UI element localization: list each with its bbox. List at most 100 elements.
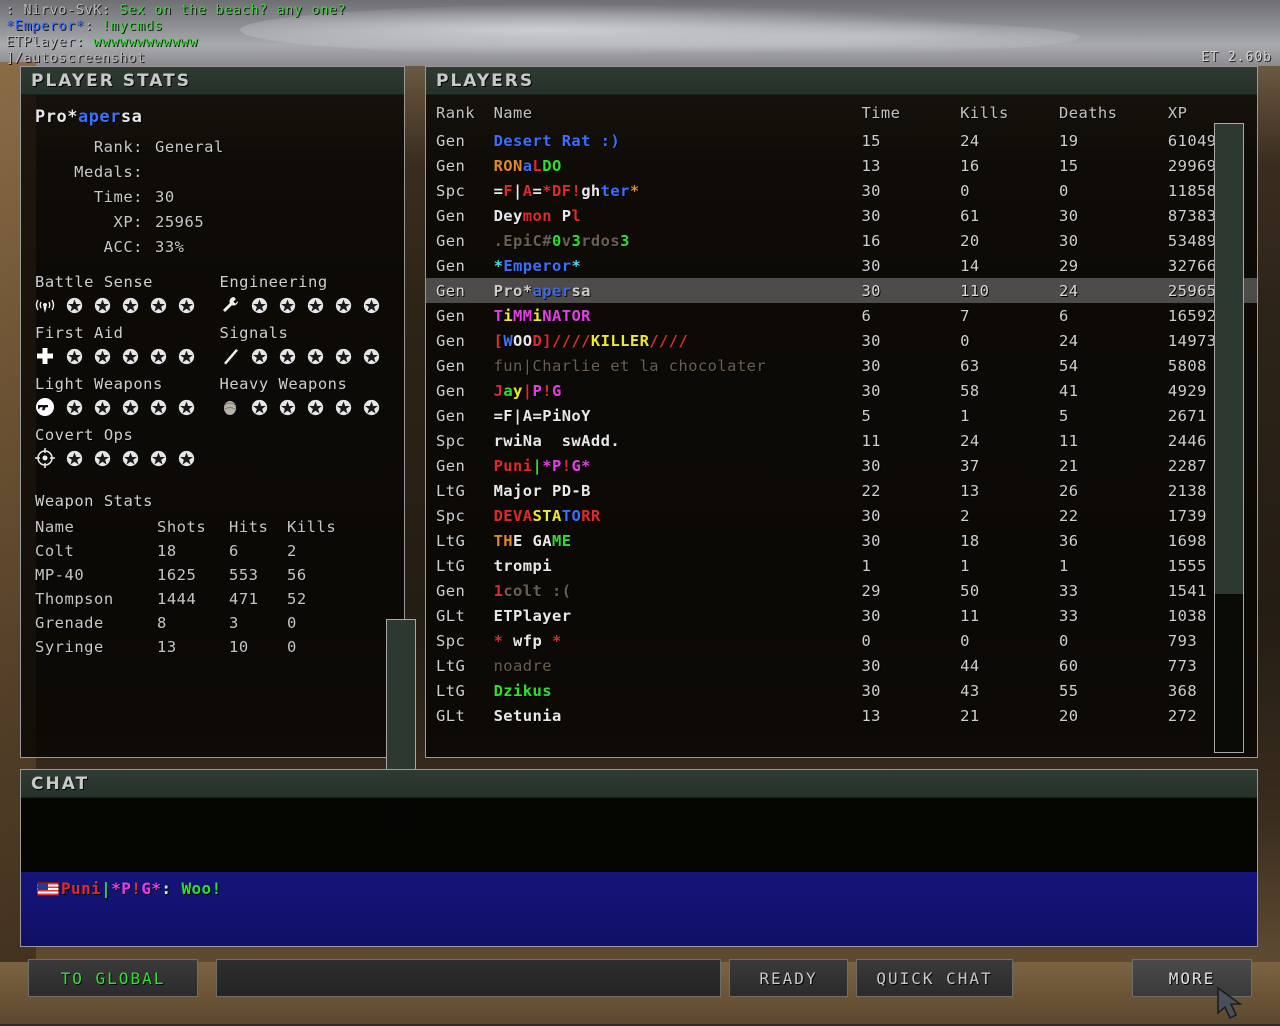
weapon-header-name: Name [35,518,75,536]
weapon-stats-row: Grenade 8 3 0 [35,614,336,638]
player-name: Pro*apersa [493,278,862,303]
player-name: THE GAME [493,531,572,550]
stats-field: Rank: General [35,135,404,160]
player-stats-header: PLAYER STATS [21,67,404,95]
skill-star-icon [279,297,295,313]
players-scrollbar[interactable] [1214,123,1244,753]
player-rank: Gen [436,406,466,425]
player-row[interactable]: Gen .EpiC#0v3rdos3 16 20 30 53489 [426,228,1257,253]
player-row[interactable]: LtG THE GAME 30 18 36 1698 [426,528,1257,553]
player-row[interactable]: Gen =F|A=PiNoY 5 1 5 2671 [426,403,1257,428]
player-stats-title: PLAYER STATS [31,70,191,91]
skill-star-icon [66,348,83,364]
player-name: Puni|*P!G* [493,456,591,475]
weapon-kills: 0 [287,638,297,656]
skill-star-icon [251,348,267,364]
player-rank: Gen [436,256,466,275]
skill-star-icon [251,399,267,415]
player-deaths: 15 [1059,156,1079,175]
skill-star-icon [251,297,267,313]
player-time: 30 [861,278,961,303]
player-row[interactable]: LtG trompi 1 1 1 1555 [426,553,1257,578]
player-row[interactable]: Gen RONaLDO 13 16 15 29969 [426,153,1257,178]
player-name: [WOOD]////KILLER//// [493,331,689,350]
player-row[interactable]: Spc rwiNa swAdd. 11 24 11 2446 [426,428,1257,453]
player-name: ETPlayer [493,606,572,625]
player-row[interactable]: Gen Deymon Pl 30 61 30 87383 [426,203,1257,228]
weapon-shots: 1444 [157,590,197,608]
weapon-kills: 52 [287,590,307,608]
player-name: fun|Charlie et la chocolater [493,356,767,375]
skill-row: Battle Sense Engineering [35,270,404,321]
skill-label: Covert Ops [35,426,134,444]
stats-field-list: Rank: General Medals: Time: 30 XP: 25965 ACC: 33… [35,135,404,260]
player-row[interactable]: Gen Desert Rat :) 15 24 19 61049 [426,128,1257,153]
weapon-name: Syringe [35,638,104,656]
player-kills: 7 [960,306,970,325]
player-row[interactable]: Gen TiMMiNATOR 6 7 6 16592 [426,303,1257,328]
player-deaths: 26 [1059,481,1079,500]
skill-star-icon [307,399,323,415]
skill-star-icon [66,399,83,415]
skills-grid: Battle Sense Engineering First Aid Signals L… [35,270,404,474]
player-rank: Gen [436,156,466,175]
players-scrollbar-thumb[interactable] [1215,124,1243,594]
player-deaths: 11 [1059,431,1079,450]
player-row[interactable]: Gen fun|Charlie et la chocolater 30 63 54 580… [426,353,1257,378]
player-name: *Emperor* [493,256,582,275]
player-row[interactable]: Spc =F|A=*DF!ghter* 30 0 0 11858 [426,178,1257,203]
skill-stars [35,292,220,318]
player-row[interactable]: Gen 1colt :(29 50 33 1541 [426,578,1257,603]
player-kills: 0 [960,331,970,350]
player-row[interactable]: LtG noadre 30 44 60 773 [426,653,1257,678]
skill-star-icon [122,348,139,364]
skill-star-icon [178,399,195,415]
player-kills: 13 [960,481,980,500]
to-global-button[interactable]: TO GLOBAL [28,959,198,997]
player-time: 29 [861,581,881,600]
weapon-shots: 18 [157,542,177,560]
skill-star-icon [307,348,323,364]
player-row[interactable]: Gen Jay|P!G 30 58 41 4929 [426,378,1257,403]
player-row[interactable]: LtG Dzikus 30 43 55 368 [426,678,1257,703]
player-row[interactable]: Gen [WOOD]////KILLER////30 0 24 14973 [426,328,1257,353]
player-name: Jay|P!G [493,381,562,400]
player-row[interactable]: Gen Puni|*P!G* 30 37 21 2287 [426,453,1257,478]
us-flag-icon [37,882,59,896]
players-header: PLAYERS [426,67,1257,95]
skill-star-icon [178,348,195,364]
more-button[interactable]: MORE [1132,959,1252,997]
player-deaths: 5 [1059,406,1069,425]
weapon-hits: 3 [229,614,239,632]
player-name: Deymon Pl [493,206,582,225]
player-row[interactable]: GLt Setunia 13 21 20 272 [426,703,1257,728]
player-row[interactable]: Spc DEVASTATORR 30 2 22 1739 [426,503,1257,528]
player-time: 15 [861,131,881,150]
weapon-hits: 471 [229,590,259,608]
weapon-header-hits: Hits [229,518,269,536]
header-time: Time [861,104,901,122]
player-deaths: 33 [1059,581,1079,600]
player-kills: 2 [960,506,970,525]
player-row[interactable]: Gen Pro*apersa 30 110 24 25965 [426,278,1257,303]
player-row[interactable]: Gen *Emperor* 30 14 29 32766 [426,253,1257,278]
stats-field: Time: 30 [35,185,404,210]
player-rank: Gen [436,131,466,150]
weapon-stats-row: Thompson 1444 471 52 [35,590,336,614]
player-deaths: 55 [1059,681,1079,700]
skill-star-icon [150,450,167,466]
player-row[interactable]: LtG Major PD-B 22 13 26 2138 [426,478,1257,503]
player-row[interactable]: Spc * wfp * 0 0 0 793 [426,628,1257,653]
player-row[interactable]: GLt ETPlayer 30 11 33 1038 [426,603,1257,628]
skill-star-icon [335,297,351,313]
player-kills: 1 [960,406,970,425]
quick-chat-button[interactable]: QUICK CHAT [856,959,1013,997]
player-time: 13 [861,156,881,175]
console-overlay: : Nirvo-SvK: Sex on the beach? any one? *… [0,0,1280,66]
skill-star-icon [335,399,351,415]
player-kills: 63 [960,356,980,375]
chat-input-field[interactable] [216,959,721,997]
ready-button[interactable]: READY [729,959,848,997]
player-name: Dzikus [493,681,552,700]
player-kills: 37 [960,456,980,475]
